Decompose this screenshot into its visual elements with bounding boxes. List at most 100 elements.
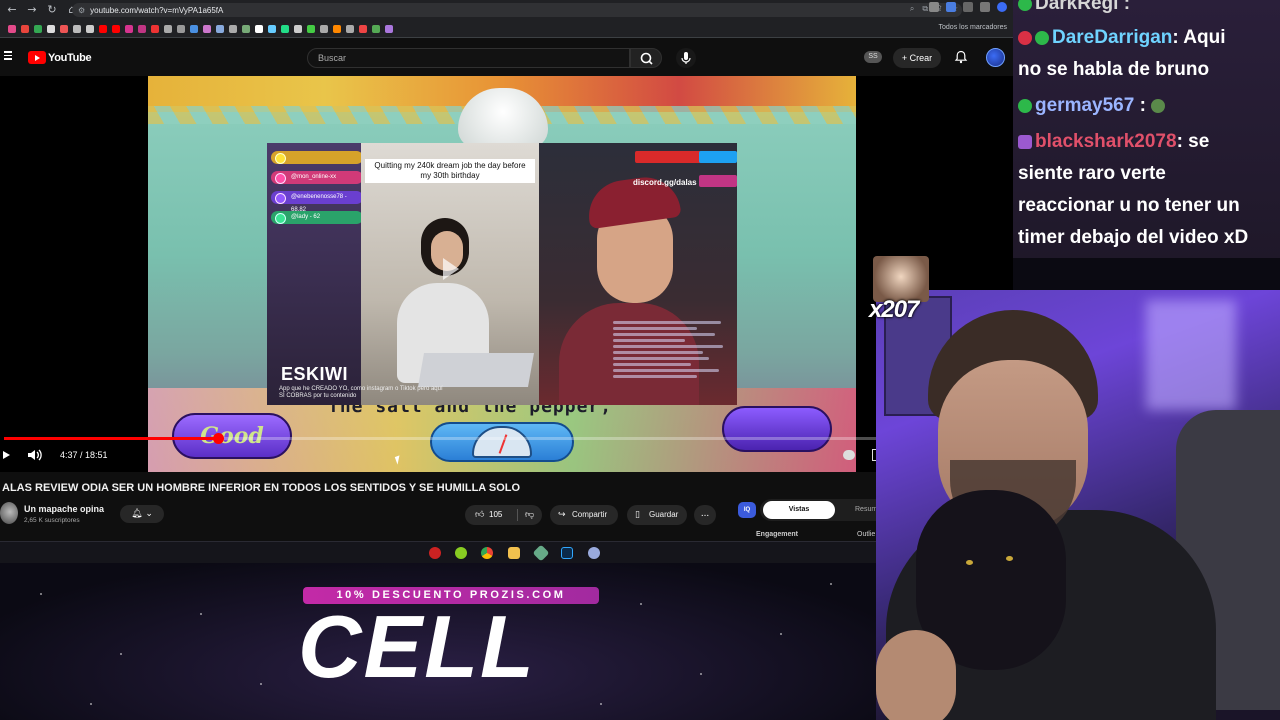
extension-icon[interactable] — [946, 2, 956, 12]
browser-window: ← → ↻ ⌂ ⚙ youtube.com/watch?v=mVyPA1a65f… — [0, 0, 1013, 563]
thumbs-up-icon[interactable]: 👍︎ — [475, 505, 484, 525]
channel-avatar[interactable] — [0, 502, 18, 524]
bookmark-icon[interactable] — [307, 24, 315, 33]
volume-icon[interactable] — [26, 449, 44, 461]
rating-pill — [722, 406, 832, 452]
bell-icon: 🔔︎ — [131, 509, 143, 519]
autoplay-toggle[interactable] — [843, 450, 855, 460]
emote-combo: x207 — [869, 256, 929, 328]
bookmark-icon[interactable] — [294, 24, 302, 33]
chat-message: DareDarrigan: Aqui — [1018, 22, 1226, 53]
bookmark-icon[interactable] — [255, 24, 263, 33]
bookmark-icon[interactable] — [281, 24, 289, 33]
chat-username: blackshark2078 — [1035, 131, 1177, 152]
tab-vistas[interactable]: Vistas — [763, 501, 835, 519]
bookmark-icon[interactable] — [190, 24, 198, 33]
address-url: youtube.com/watch?v=mVyPA1a65fA — [90, 5, 224, 15]
stream-chat: DarkRegi : DareDarrigan: Aqui no se habl… — [1013, 0, 1280, 258]
extension-icon[interactable] — [963, 2, 973, 12]
zoom-icon[interactable]: ⌕ — [910, 4, 914, 14]
back-icon[interactable]: ← — [4, 2, 20, 18]
extension-icon[interactable] — [980, 2, 990, 12]
thumbs-down-icon[interactable]: 👎︎ — [525, 505, 534, 525]
chat-message: DarkRegi : — [1018, 0, 1130, 19]
alert-chip: @lady - 62 — [271, 211, 363, 224]
share-button[interactable]: ↪ Compartir — [550, 505, 618, 525]
emote-icon — [1151, 98, 1166, 113]
bookmark-icon[interactable] — [125, 24, 133, 33]
bookmark-icon[interactable] — [112, 24, 120, 33]
extension-icon[interactable] — [929, 2, 939, 12]
bookmark-icon[interactable] — [34, 24, 42, 33]
forward-icon[interactable]: → — [24, 2, 40, 18]
all-bookmarks-folder[interactable]: Todos los marcadores — [939, 24, 1007, 31]
channel-name[interactable]: Un mapache opina — [24, 504, 104, 514]
chrome-taskbar-icon[interactable] — [481, 547, 493, 559]
gauge-meter — [430, 422, 574, 462]
taskbar-app-icon[interactable] — [429, 547, 441, 559]
instagram-social-badge — [699, 175, 737, 187]
address-bar[interactable]: ⚙ youtube.com/watch?v=mVyPA1a65fA ⌕ ⧉ ⇪ … — [72, 3, 962, 17]
ss-badge[interactable]: SS — [864, 51, 882, 63]
youtube-logo[interactable]: YouTube — [28, 51, 92, 64]
chat-text: reaccionar u no tener un — [1018, 195, 1240, 216]
bookmark-icon[interactable] — [99, 24, 107, 33]
install-icon[interactable]: ⧉ — [922, 4, 928, 14]
time-display: 4:37 / 18:51 — [60, 450, 108, 460]
bookmark-icon[interactable] — [60, 24, 68, 33]
bookmark-icon[interactable] — [268, 24, 276, 33]
voice-search-button[interactable] — [676, 48, 696, 68]
analytics-extension-badge[interactable]: IQ — [738, 502, 756, 518]
bookmark-icon[interactable] — [333, 24, 341, 33]
bookmark-icon[interactable] — [73, 24, 81, 33]
bookmark-icon[interactable] — [359, 24, 367, 33]
create-button[interactable]: + Crear — [893, 48, 941, 68]
scrubber-handle[interactable] — [212, 433, 224, 444]
play-button[interactable] — [3, 451, 10, 459]
taskbar-app-icon[interactable] — [532, 544, 550, 562]
tab-resumen[interactable]: Resum — [855, 506, 877, 513]
bookmark-icon[interactable] — [21, 24, 29, 33]
bookmark-icon[interactable] — [8, 24, 16, 33]
like-count[interactable]: 105 — [489, 505, 502, 525]
microphone-icon — [681, 52, 691, 64]
bookmark-icon[interactable] — [151, 24, 159, 33]
bookmarks-bar: Todos los marcadores — [0, 20, 1013, 38]
profile-icon[interactable] — [997, 2, 1007, 12]
share-label: Compartir — [572, 510, 608, 519]
chat-message: no se habla de bruno — [1018, 54, 1209, 85]
bookmark-icon[interactable] — [320, 24, 328, 33]
bookmark-icon[interactable] — [47, 24, 55, 33]
bookmark-icon[interactable] — [242, 24, 250, 33]
bookmark-icon[interactable] — [346, 24, 354, 33]
account-avatar[interactable] — [986, 48, 1005, 67]
stream-frame: ← → ↻ ⌂ ⚙ youtube.com/watch?v=mVyPA1a65f… — [0, 0, 1280, 720]
taskbar-app-icon[interactable] — [588, 547, 600, 559]
site-info-icon[interactable]: ⚙ — [78, 6, 85, 15]
photoshop-taskbar-icon[interactable] — [561, 547, 573, 559]
more-actions-button[interactable]: ... — [694, 505, 716, 525]
progress-bar[interactable] — [4, 433, 876, 444]
video-player[interactable]: The salt and the pepper, Good @mon_onlin… — [0, 76, 1013, 472]
bookmark-icon[interactable] — [138, 24, 146, 33]
bookmark-icon[interactable] — [164, 24, 172, 33]
notifications-bell-icon[interactable] — [954, 50, 968, 64]
bookmark-icon[interactable] — [216, 24, 224, 33]
plus-icon: + — [901, 53, 910, 63]
menu-icon[interactable] — [4, 51, 12, 60]
bookmark-icon[interactable] — [203, 24, 211, 33]
like-dislike-pill: 👍︎ 105 👎︎ — [465, 505, 542, 525]
taskbar-app-icon[interactable] — [455, 547, 467, 559]
bookmark-icon[interactable] — [86, 24, 94, 33]
search-input[interactable]: Buscar — [307, 48, 630, 68]
folder-taskbar-icon[interactable] — [508, 547, 520, 559]
subscription-bell-button[interactable]: 🔔︎ ⌄ — [120, 505, 164, 523]
bookmark-icon[interactable] — [229, 24, 237, 33]
badge-icon — [1018, 30, 1032, 45]
save-button[interactable]: ▯ Guardar — [627, 505, 687, 525]
bookmark-icon[interactable] — [177, 24, 185, 33]
search-button[interactable] — [630, 48, 662, 68]
reload-icon[interactable]: ↻ — [44, 2, 60, 18]
bookmark-icon[interactable] — [372, 24, 380, 33]
bookmark-icon[interactable] — [385, 24, 393, 33]
